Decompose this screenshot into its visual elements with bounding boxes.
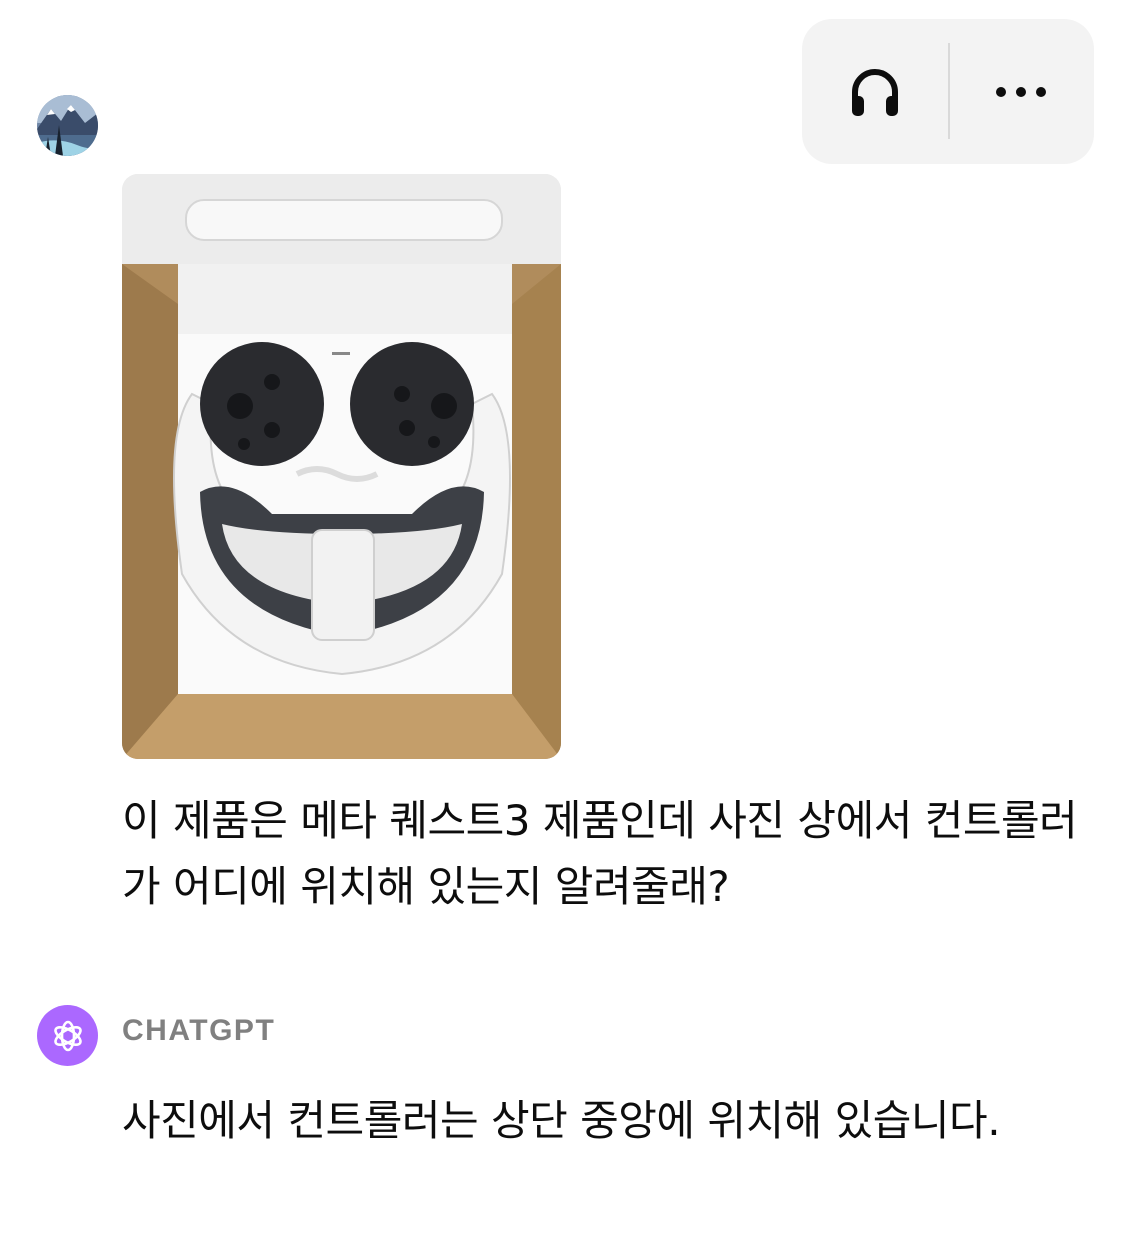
- attached-image[interactable]: [122, 174, 561, 759]
- assistant-message: 사진에서 컨트롤러는 상단 중앙에 위치해 있습니다.: [122, 1096, 1001, 1145]
- more-options-icon: [996, 86, 1046, 97]
- pill-divider: [948, 43, 950, 139]
- user-message: 이 제품은 메타 퀘스트3 제품인데 사진 상에서 컨트롤러가 어디에 위치해 …: [122, 796, 1078, 911]
- user-avatar[interactable]: [37, 95, 98, 156]
- more-options-button[interactable]: [948, 19, 1094, 164]
- assistant-name: CHATGPT: [122, 1014, 276, 1047]
- headphones-icon: [852, 68, 898, 116]
- vr-headset-box-photo: [122, 174, 561, 759]
- openai-logo-icon: [53, 1020, 82, 1051]
- mountain-landscape-avatar: [37, 95, 98, 156]
- voice-button[interactable]: [802, 19, 948, 164]
- assistant-avatar: [37, 1005, 98, 1066]
- conversation-actions: [802, 19, 1094, 164]
